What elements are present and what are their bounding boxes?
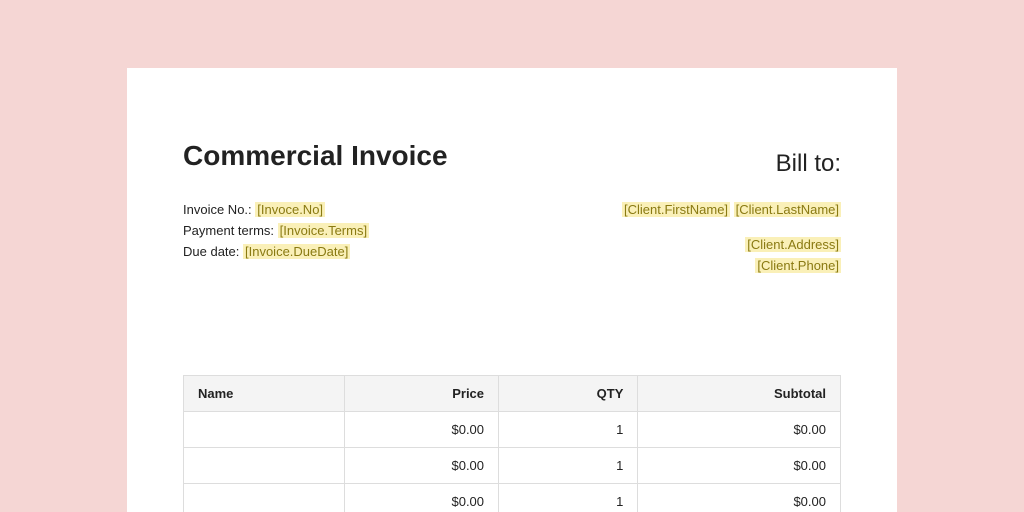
col-subtotal: Subtotal [638,376,841,412]
client-first-name: [Client.FirstName] [622,202,730,217]
right-column: Bill to: [Client.FirstName] [Client.Last… [622,140,841,279]
cell-price: $0.00 [345,448,499,484]
bill-to-heading: Bill to: [622,150,841,178]
table-row: $0.00 1 $0.00 [184,484,841,512]
cell-name [184,448,345,484]
client-last-name: [Client.LastName] [734,202,841,217]
payment-terms-line: Payment terms: [Invoice.Terms] [183,223,448,238]
client-name-line: [Client.FirstName] [Client.LastName] [622,202,841,217]
cell-price: $0.00 [345,412,499,448]
payment-terms-label: Payment terms: [183,223,274,238]
table-row: $0.00 1 $0.00 [184,448,841,484]
line-items-table: Name Price QTY Subtotal $0.00 1 $0.00 $0… [183,375,841,512]
col-qty: QTY [499,376,638,412]
due-date-label: Due date: [183,244,239,259]
due-date-line: Due date: [Invoice.DueDate] [183,244,448,259]
cell-subtotal: $0.00 [638,484,841,512]
cell-subtotal: $0.00 [638,448,841,484]
col-name: Name [184,376,345,412]
page-title: Commercial Invoice [183,140,448,172]
cell-qty: 1 [499,412,638,448]
client-address: [Client.Address] [745,237,841,252]
invoice-no-label: Invoice No.: [183,202,252,217]
left-column: Commercial Invoice Invoice No.: [Invoce.… [183,140,448,279]
invoice-page: Commercial Invoice Invoice No.: [Invoce.… [127,68,897,512]
cell-subtotal: $0.00 [638,412,841,448]
invoice-no-line: Invoice No.: [Invoce.No] [183,202,448,217]
client-phone-line: [Client.Phone] [622,258,841,273]
table-row: $0.00 1 $0.00 [184,412,841,448]
cell-price: $0.00 [345,484,499,512]
cell-qty: 1 [499,484,638,512]
cell-name [184,484,345,512]
client-address-line: [Client.Address] [622,237,841,252]
table-header-row: Name Price QTY Subtotal [184,376,841,412]
cell-qty: 1 [499,448,638,484]
payment-terms-value: [Invoice.Terms] [278,223,369,238]
header-section: Commercial Invoice Invoice No.: [Invoce.… [183,140,841,279]
col-price: Price [345,376,499,412]
invoice-no-value: [Invoce.No] [255,202,325,217]
due-date-value: [Invoice.DueDate] [243,244,350,259]
cell-name [184,412,345,448]
client-phone: [Client.Phone] [755,258,841,273]
